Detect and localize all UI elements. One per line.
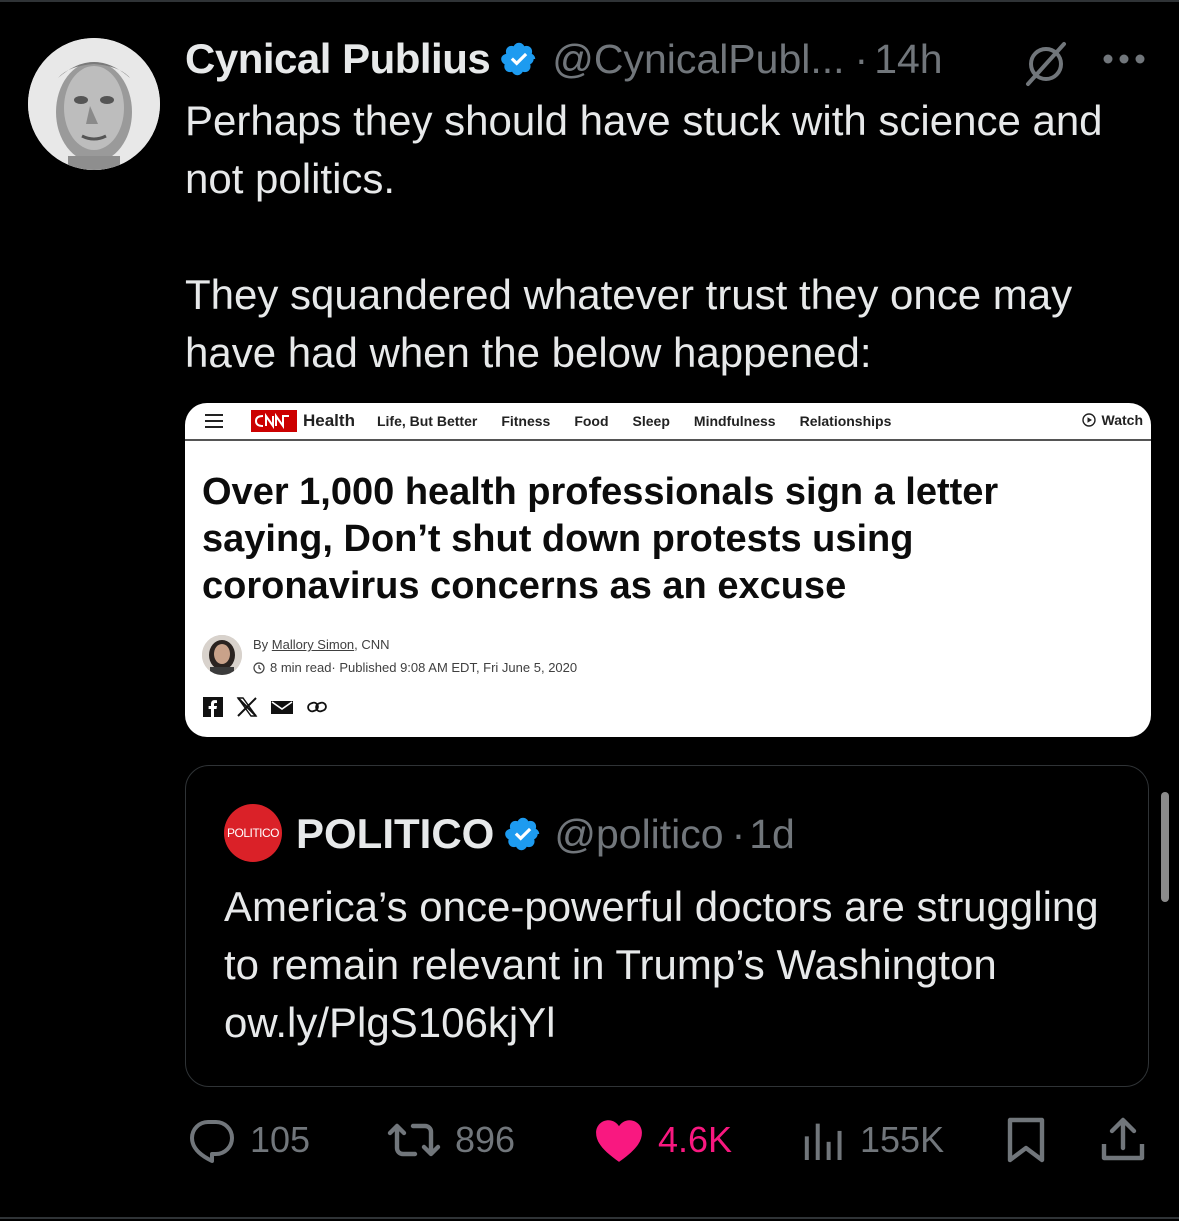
quoted-tweet[interactable]: POLITICO POLITICO @politico · 1d America… xyxy=(185,765,1149,1087)
share-button[interactable] xyxy=(1100,1110,1160,1170)
scrollbar[interactable] xyxy=(1161,792,1169,902)
cnn-author-avatar xyxy=(202,635,242,675)
separator-dot: · xyxy=(854,35,869,82)
cnn-nav-item: Fitness xyxy=(501,413,551,429)
quoted-tweet-time[interactable]: 1d xyxy=(749,811,795,858)
byline-suffix: , CNN xyxy=(354,637,390,652)
author-handle[interactable]: @CynicalPubl... xyxy=(552,36,844,83)
repost-count: 896 xyxy=(455,1119,516,1160)
views-button[interactable]: 155K xyxy=(800,1110,944,1170)
bottom-divider xyxy=(0,1217,1179,1219)
byline-author: Mallory Simon xyxy=(271,637,355,652)
cnn-nav-item: Sleep xyxy=(632,413,670,429)
quoted-author-name[interactable]: POLITICO xyxy=(296,810,494,858)
cnn-meta: 8 min read · Published 9:08 AM EDT, Fri … xyxy=(253,660,577,675)
politico-avatar[interactable]: POLITICO xyxy=(224,804,282,862)
grok-icon[interactable] xyxy=(1022,40,1070,88)
cnn-nav-item: Mindfulness xyxy=(693,413,776,429)
separator-dot: · xyxy=(731,810,746,857)
top-divider xyxy=(0,0,1179,2)
tweet-time[interactable]: 14h xyxy=(874,36,942,83)
tweet-text: Perhaps they should have stuck with scie… xyxy=(185,92,1160,382)
more-icon[interactable] xyxy=(1100,52,1148,66)
play-icon xyxy=(1081,413,1096,427)
cnn-byline: By Mallory Simon, CNN xyxy=(253,637,390,652)
repost-icon xyxy=(387,1123,441,1157)
cnn-nav-item: Food xyxy=(574,413,609,429)
clock-icon xyxy=(253,661,265,674)
reply-icon xyxy=(190,1120,234,1163)
repost-button[interactable]: 896 xyxy=(387,1110,515,1170)
verified-icon xyxy=(501,42,536,76)
views-icon xyxy=(804,1123,842,1160)
reply-button[interactable]: 105 xyxy=(188,1110,310,1170)
tweet-paragraph-2: They squandered whatever trust they once… xyxy=(185,271,1073,376)
bookmark-icon xyxy=(1007,1117,1045,1163)
like-count: 4.6K xyxy=(658,1119,733,1160)
quoted-tweet-text: America’s once-powerful doctors are stru… xyxy=(224,883,1099,1046)
read-time: 8 min read xyxy=(270,660,332,675)
author-avatar[interactable] xyxy=(28,38,160,170)
link-icon xyxy=(306,699,328,715)
quoted-author-handle[interactable]: @politico xyxy=(554,811,723,858)
like-button[interactable]: 4.6K xyxy=(594,1110,732,1170)
email-icon xyxy=(271,699,293,715)
byline-prefix: By xyxy=(253,637,272,652)
action-bar: 105 896 4.6K 155K xyxy=(0,1110,1179,1170)
tweet-header: Cynical Publius @CynicalPubl... · 14h xyxy=(185,30,1165,88)
cnn-watch: Watch xyxy=(1081,412,1143,428)
author-name[interactable]: Cynical Publius xyxy=(185,35,491,83)
cnn-section-label: Health xyxy=(303,411,355,430)
cnn-nav-item: Life, But Better xyxy=(376,413,478,429)
reply-count: 105 xyxy=(250,1119,311,1160)
bookmark-button[interactable] xyxy=(1006,1110,1060,1170)
cnn-logo-icon xyxy=(251,410,297,432)
quoted-tweet-header: POLITICO @politico · 1d xyxy=(296,806,795,862)
cnn-share-row xyxy=(203,697,341,717)
views-count: 155K xyxy=(860,1119,945,1160)
hamburger-menu-icon xyxy=(205,414,223,428)
heart-icon xyxy=(596,1120,642,1162)
cnn-nav-item: Relationships xyxy=(799,413,892,429)
facebook-icon xyxy=(203,697,223,717)
published-date: · Published 9:08 AM EDT, Fri June 5, 202… xyxy=(331,660,578,675)
watch-label: Watch xyxy=(1101,412,1143,428)
share-icon xyxy=(1101,1117,1145,1161)
verified-icon xyxy=(505,817,540,851)
cnn-headline: Over 1,000 health professionals sign a l… xyxy=(202,471,999,607)
tweet-paragraph-1: Perhaps they should have stuck with scie… xyxy=(185,97,1103,202)
cnn-nav-bar: Health Life, But Better Fitness Food Sle… xyxy=(185,403,1151,441)
attached-image-cnn-article[interactable]: Health Life, But Better Fitness Food Sle… xyxy=(185,403,1151,737)
x-icon xyxy=(236,697,258,717)
